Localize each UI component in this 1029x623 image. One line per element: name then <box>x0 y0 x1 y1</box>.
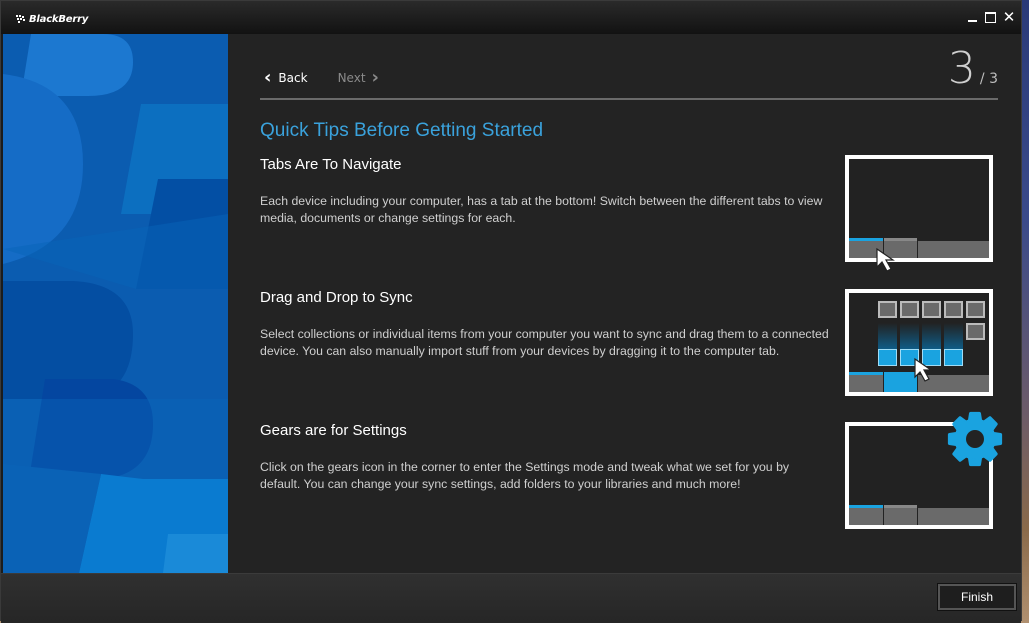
item-tile <box>900 301 919 318</box>
tip-heading: Drag and Drop to Sync <box>260 289 413 306</box>
step-indicator: 3 / 3 <box>948 44 998 94</box>
tip-body: Each device including your computer, has… <box>260 194 823 225</box>
next-label: Next <box>337 71 366 85</box>
tab-bar-segment <box>884 505 917 525</box>
tab-bar-segment <box>918 508 989 525</box>
cursor-arrow-icon <box>876 247 895 272</box>
app-window: BlackBerry ✕ ‹ Back Next › 3 / 3 Quick T… <box>0 0 1022 623</box>
next-button[interactable]: Next › <box>337 67 379 88</box>
brand-logo: BlackBerry <box>16 12 88 26</box>
minimize-button[interactable] <box>965 9 981 25</box>
brand-shapes-graphic <box>3 34 228 573</box>
maximize-button[interactable] <box>983 9 999 25</box>
item-tile <box>966 323 985 340</box>
screen-frame <box>845 155 993 262</box>
drag-trail <box>878 323 897 349</box>
wizard-content: ‹ Back Next › 3 / 3 Quick Tips Before Ge… <box>228 34 1021 573</box>
tip-heading: Tabs Are To Navigate <box>260 156 402 173</box>
close-button[interactable]: ✕ <box>1001 9 1017 25</box>
page-title: Quick Tips Before Getting Started <box>260 120 544 141</box>
title-bar[interactable]: BlackBerry ✕ <box>1 1 1021 34</box>
tabs-navigation-illustration <box>845 155 993 272</box>
item-tile <box>878 301 897 318</box>
tab-bar-segment <box>849 372 883 392</box>
wizard-nav: ‹ Back Next › <box>264 67 379 88</box>
sidebar-brand-art <box>3 34 228 573</box>
back-label: Back <box>278 71 308 85</box>
drag-drop-illustration <box>845 289 993 396</box>
cursor-arrow-icon <box>914 357 933 382</box>
tip-body: Click on the gears icon in the corner to… <box>260 460 790 491</box>
item-tile <box>966 301 985 318</box>
gear-icon <box>947 411 1003 467</box>
item-tile-selected <box>878 349 897 366</box>
drag-trail <box>922 323 941 349</box>
tab-bar-segment <box>849 505 883 525</box>
step-current: 3 <box>947 43 976 94</box>
chevron-right-icon: › <box>371 67 379 88</box>
item-tile <box>922 301 941 318</box>
back-button[interactable]: ‹ Back <box>264 67 308 88</box>
finish-button[interactable]: Finish <box>937 583 1017 611</box>
nav-divider <box>260 98 998 100</box>
tip-body: Select collections or individual items f… <box>260 327 829 358</box>
app-name: BlackBerry <box>29 13 89 25</box>
tip-heading: Gears are for Settings <box>260 422 407 439</box>
item-tile <box>944 301 963 318</box>
step-total: / 3 <box>979 71 998 87</box>
blackberry-logo-icon <box>16 15 26 23</box>
tab-bar-segment <box>918 241 989 258</box>
item-tile-selected <box>944 349 963 366</box>
gear-settings-illustration <box>845 411 1005 529</box>
chevron-left-icon: ‹ <box>264 67 272 88</box>
drag-trail <box>944 323 963 349</box>
footer-bar: Finish <box>1 573 1021 623</box>
drag-trail <box>900 323 919 349</box>
